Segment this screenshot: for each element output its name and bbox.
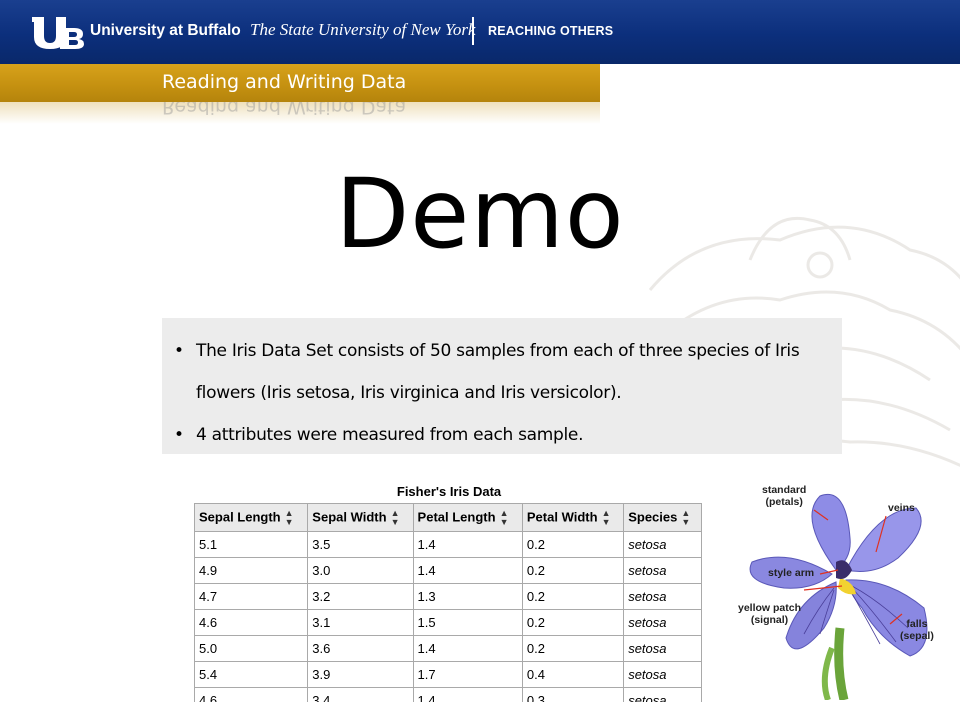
iris-data-table: Sepal Length ▲ ▼ Sepal Width ▲ ▼ Petal Lengt… [193, 503, 702, 702]
table-header-row: Sepal Length ▲ ▼ Sepal Width ▲ ▼ Petal Lengt… [193, 503, 702, 532]
suny-name: The State University of New York [250, 20, 476, 39]
table-cell: 3.4 [307, 687, 414, 702]
table-cell: 3.5 [307, 531, 414, 558]
iris-flower-diagram: standard (petals) style arm veins yellow… [728, 478, 942, 702]
section-bar: Reading and Writing Data [0, 64, 600, 102]
label-falls-line1: falls [906, 618, 928, 630]
table-cell: 5.4 [193, 661, 309, 688]
header-divider [472, 17, 474, 45]
label-yellow-patch: yellow patch (signal) [738, 602, 801, 626]
table-row: 4.7 3.2 1.3 0.2 setosa [193, 583, 702, 610]
table-clip: Sepal Length ▲ ▼ Sepal Width ▲ ▼ Petal Lengt… [190, 478, 710, 702]
section-title-reflection: Reading and Writing Data [0, 102, 600, 124]
table-cell: 3.0 [307, 557, 414, 584]
label-falls: falls (sepal) [900, 618, 934, 642]
table-row: 4.9 3.0 1.4 0.2 setosa [193, 557, 702, 584]
slide-heading: Demo [335, 158, 625, 270]
sort-icon[interactable]: ▲ ▼ [285, 508, 294, 527]
sort-icon[interactable]: ▲ ▼ [500, 508, 509, 527]
table-cell: 0.2 [521, 557, 625, 584]
bullet-item: The Iris Data Set consists of 50 samples… [172, 330, 832, 414]
sort-icon[interactable]: ▲ ▼ [391, 508, 400, 527]
table-cell: 1.4 [412, 557, 523, 584]
table-cell: 5.1 [193, 531, 309, 558]
table-row: 5.1 3.5 1.4 0.2 setosa [193, 531, 702, 558]
table-cell: 1.4 [412, 531, 523, 558]
table-cell: setosa [623, 583, 702, 610]
column-header-sepal-width[interactable]: Sepal Width ▲ ▼ [307, 503, 414, 532]
section-title: Reading and Writing Data [162, 71, 407, 93]
table-cell: setosa [623, 609, 702, 636]
column-header-petal-width[interactable]: Petal Width ▲ ▼ [521, 503, 625, 532]
table-cell: setosa [623, 687, 702, 702]
university-name: University at Buffalo [90, 22, 241, 39]
label-standard-line1: standard [762, 484, 807, 496]
column-header-label: Petal Length [417, 508, 496, 524]
bullet-list: The Iris Data Set consists of 50 samples… [172, 330, 832, 456]
bullet-item: 4 attributes were measured from each sam… [172, 414, 832, 456]
table-cell: 1.5 [412, 609, 523, 636]
table-row: 5.0 3.6 1.4 0.2 setosa [193, 635, 702, 662]
table-cell: 0.4 [521, 661, 625, 688]
column-header-label: Species [628, 508, 678, 524]
table-row: 4.6 3.4 1.4 0.3 setosa [193, 687, 702, 702]
sort-icon[interactable]: ▲ ▼ [681, 508, 690, 527]
label-veins: veins [888, 502, 915, 514]
section-title-reflection-text: Reading and Writing Data [162, 102, 407, 118]
table-cell: setosa [623, 531, 702, 558]
table-cell: 0.3 [521, 687, 625, 702]
table-cell: 4.6 [193, 687, 309, 702]
table-cell: 0.2 [521, 531, 625, 558]
table-cell: 1.4 [412, 635, 523, 662]
table-cell: 1.7 [412, 661, 523, 688]
label-yellow-patch-line1: yellow patch [738, 602, 802, 614]
ub-logo-icon [32, 17, 84, 49]
table-cell: 4.9 [193, 557, 309, 584]
table-cell: 5.0 [193, 635, 309, 662]
header-tagline: REACHING OTHERS [488, 24, 614, 38]
table-cell: setosa [623, 557, 702, 584]
table-cell: 4.7 [193, 583, 309, 610]
label-yellow-patch-line2: (signal) [750, 614, 789, 626]
label-standard: standard (petals) [762, 484, 806, 508]
top-banner: University at Buffalo The State Universi… [0, 0, 960, 64]
table-row: 4.6 3.1 1.5 0.2 setosa [193, 609, 702, 636]
table-cell: 0.2 [521, 609, 625, 636]
table-cell: setosa [623, 661, 702, 688]
table-cell: 1.4 [412, 687, 523, 702]
table-cell: 0.2 [521, 583, 625, 610]
column-header-petal-length[interactable]: Petal Length ▲ ▼ [412, 503, 523, 532]
table-cell: setosa [623, 635, 702, 662]
bullet-box: The Iris Data Set consists of 50 samples… [162, 318, 842, 456]
column-header-species[interactable]: Species ▲ ▼ [623, 503, 702, 532]
column-header-label: Sepal Length [199, 508, 281, 524]
label-falls-line2: (sepal) [900, 630, 934, 642]
table-cell: 3.6 [307, 635, 414, 662]
column-header-label: Petal Width [526, 508, 598, 524]
column-header-sepal-length[interactable]: Sepal Length ▲ ▼ [193, 503, 309, 532]
table-row: 5.4 3.9 1.7 0.4 setosa [193, 661, 702, 688]
sort-icon[interactable]: ▲ ▼ [602, 508, 611, 527]
table-cell: 1.3 [412, 583, 523, 610]
label-style-arm: style arm [768, 567, 815, 579]
label-standard-line2: (petals) [765, 496, 803, 508]
table-cell: 3.1 [307, 609, 414, 636]
table-cell: 4.6 [193, 609, 309, 636]
table-cell: 3.9 [307, 661, 414, 688]
table-cell: 0.2 [521, 635, 625, 662]
column-header-label: Sepal Width [312, 508, 387, 524]
table-cell: 3.2 [307, 583, 414, 610]
